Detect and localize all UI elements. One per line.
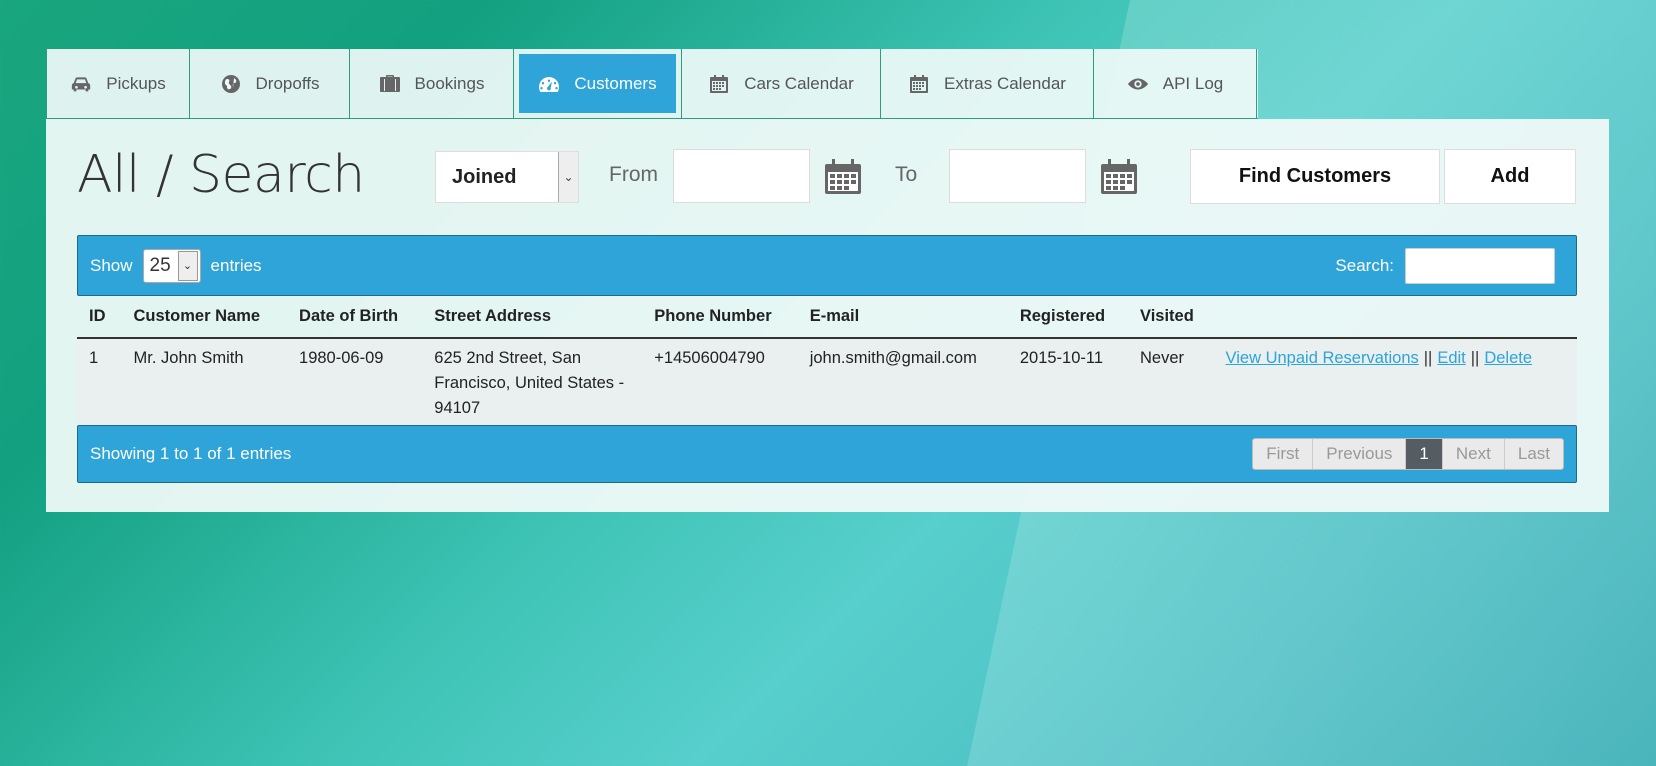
column-header-actions [1213, 296, 1577, 339]
cell-name: Mr. John Smith [121, 338, 288, 425]
to-date-input[interactable] [949, 149, 1086, 203]
tab-dropoffs[interactable]: Dropoffs [190, 49, 350, 118]
eye-icon [1127, 74, 1149, 94]
suitcase-icon [379, 74, 401, 94]
cell-id: 1 [77, 338, 122, 425]
current-page-button[interactable]: 1 [1406, 439, 1443, 469]
search-toolbar: All / Search Joined ⌄ From To Find Custo… [77, 145, 1578, 205]
tab-api-log[interactable]: API Log [1094, 49, 1257, 118]
dashboard-icon [538, 74, 560, 94]
column-header[interactable]: Visited [1127, 296, 1214, 339]
separator: || [1470, 349, 1480, 367]
date-filter-select[interactable]: Joined ⌄ [435, 151, 579, 203]
from-label: From [609, 163, 658, 186]
entries-length-value: 25 [149, 254, 171, 276]
from-date-input[interactable] [673, 149, 810, 203]
pagination: First Previous 1 Next Last [1252, 438, 1564, 470]
add-button[interactable]: Add [1444, 149, 1576, 204]
show-label: Show [90, 255, 133, 275]
chevron-down-icon: ⌄ [177, 250, 198, 281]
cell-phone: +14506004790 [642, 338, 798, 425]
next-page-button[interactable]: Next [1442, 439, 1505, 469]
cell-dob: 1980-06-09 [287, 338, 423, 425]
calendar-icon[interactable] [1099, 158, 1139, 196]
customers-panel: All / Search Joined ⌄ From To Find Custo… [46, 119, 1609, 512]
calendar-icon[interactable] [823, 158, 863, 196]
to-label: To [895, 163, 918, 186]
table-info: Showing 1 to 1 of 1 entries [90, 444, 292, 463]
column-header[interactable]: ID [77, 296, 122, 339]
cell-address: 625 2nd Street, San Francisco, United St… [422, 338, 643, 425]
tab-label: Customers [574, 73, 657, 93]
cell-registered: 2015-10-11 [1007, 338, 1128, 425]
entries-label: entries [210, 255, 262, 275]
search-label: Search: [1335, 256, 1394, 275]
cell-email: john.smith@gmail.com [797, 338, 1008, 425]
last-page-button[interactable]: Last [1504, 439, 1563, 469]
cell-visited: Never [1127, 338, 1214, 425]
tab-bookings[interactable]: Bookings [350, 49, 514, 118]
find-customers-button[interactable]: Find Customers [1190, 149, 1440, 204]
page-title: All / Search [77, 145, 365, 205]
previous-page-button[interactable]: Previous [1313, 439, 1407, 469]
tab-label: Bookings [414, 73, 485, 93]
column-header[interactable]: Customer Name [121, 296, 288, 339]
column-header[interactable]: Registered [1007, 296, 1128, 339]
view-unpaid-reservations-link[interactable]: View Unpaid Reservations [1226, 349, 1419, 367]
calendar-icon [708, 74, 730, 94]
column-header[interactable]: Date of Birth [287, 296, 423, 339]
column-header[interactable]: Street Address [422, 296, 643, 339]
table-header-bar: Show 25 ⌄ entries Search: [77, 235, 1577, 296]
tab-label: Pickups [106, 73, 166, 93]
chevron-down-icon: ⌄ [558, 152, 578, 202]
customers-table: ID Customer Name Date of Birth Street Ad… [77, 296, 1577, 425]
customers-table-wrapper: Show 25 ⌄ entries Search: ID Customer Na… [77, 235, 1577, 483]
first-page-button[interactable]: First [1253, 439, 1314, 469]
column-header[interactable]: Phone Number [642, 296, 798, 339]
search-input[interactable] [1405, 248, 1555, 284]
separator: || [1423, 349, 1433, 367]
tab-label: Cars Calendar [744, 73, 854, 93]
delete-link[interactable]: Delete [1484, 349, 1532, 367]
tab-customers[interactable]: Customers [514, 49, 682, 118]
tab-label: API Log [1162, 73, 1224, 93]
column-header[interactable]: E-mail [797, 296, 1008, 339]
entries-length-select[interactable]: 25 ⌄ [142, 248, 201, 283]
tab-extras-calendar[interactable]: Extras Calendar [881, 49, 1094, 118]
tab-pickups[interactable]: Pickups [46, 49, 190, 118]
car-icon [70, 74, 92, 94]
admin-app: Pickups Dropoffs Bookings Customers Cars… [46, 49, 1609, 512]
tab-label: Extras Calendar [944, 73, 1066, 93]
cell-actions: View Unpaid Reservations || Edit || Delete [1213, 338, 1577, 425]
table-footer-bar: Showing 1 to 1 of 1 entries First Previo… [77, 425, 1577, 483]
table-row: 1 Mr. John Smith 1980-06-09 625 2nd Stre… [77, 338, 1577, 425]
calendar-icon [908, 74, 930, 94]
date-filter-value: Joined [452, 165, 517, 188]
globe-icon [220, 74, 242, 94]
table-header-row: ID Customer Name Date of Birth Street Ad… [77, 296, 1577, 339]
tab-bar: Pickups Dropoffs Bookings Customers Cars… [46, 49, 1258, 119]
tab-label: Dropoffs [255, 73, 320, 93]
tab-cars-calendar[interactable]: Cars Calendar [682, 49, 881, 118]
edit-link[interactable]: Edit [1437, 349, 1465, 367]
